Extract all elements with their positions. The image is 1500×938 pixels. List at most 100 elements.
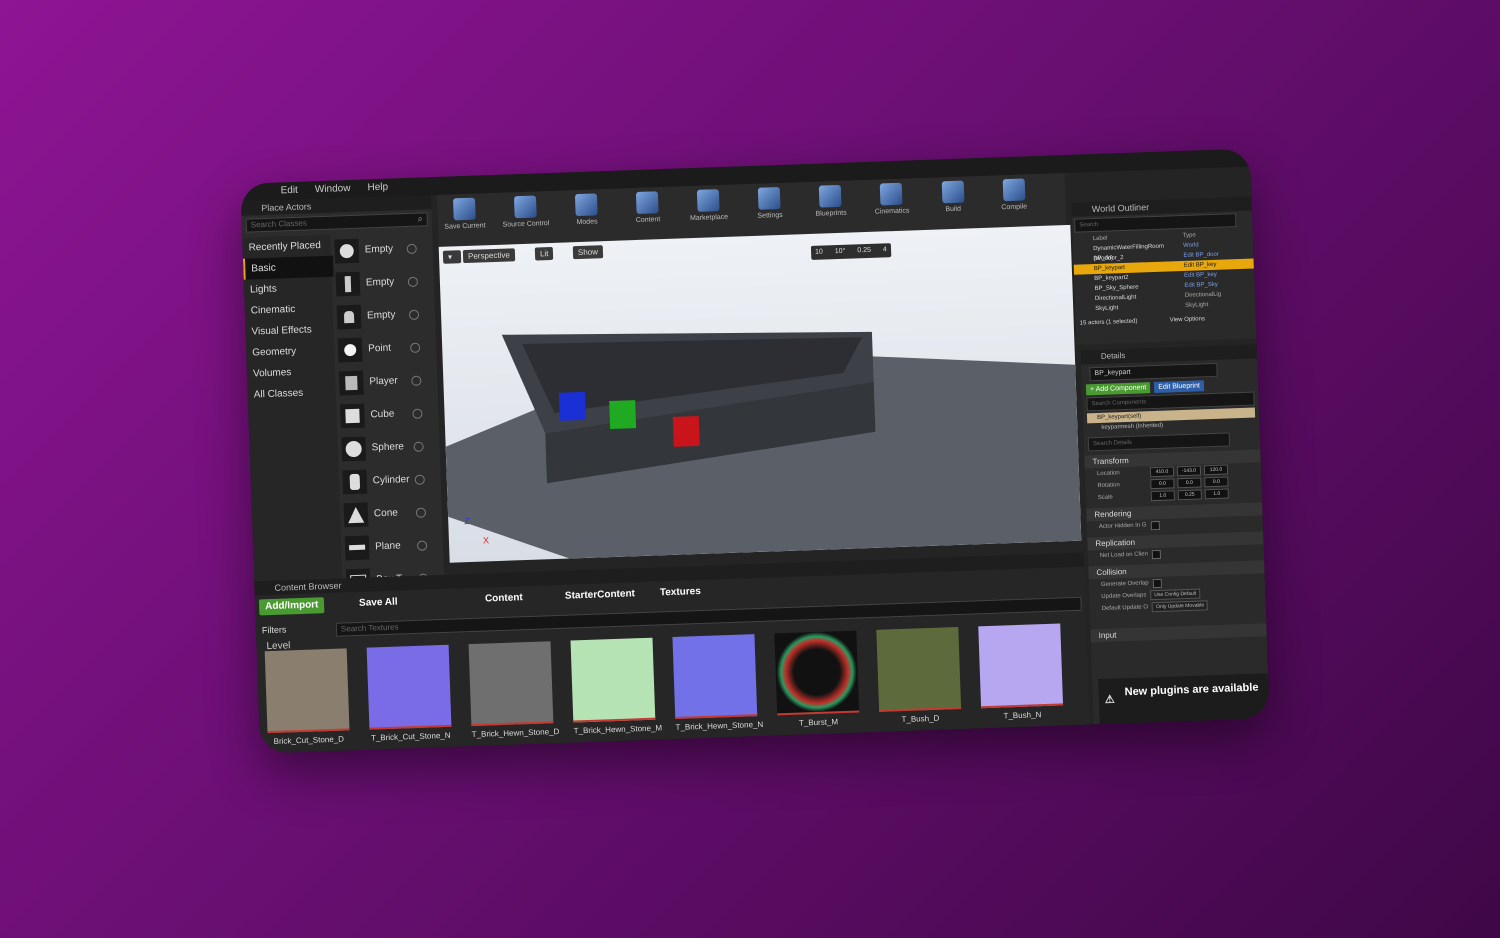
actor-item[interactable]: Player — [337, 363, 426, 399]
actor-item[interactable]: Empty — [332, 232, 421, 268]
object-name-field[interactable]: BP_keypart — [1089, 362, 1218, 382]
texture-tile[interactable]: T_Burst_M — [774, 630, 860, 730]
actor-hidden-checkbox[interactable] — [1150, 520, 1160, 530]
help-icon — [406, 243, 417, 254]
breadcrumb-content[interactable]: Content — [485, 590, 523, 607]
modes-icon — [575, 193, 598, 217]
grid-snap-value[interactable]: 10 — [815, 249, 823, 256]
view-options-button[interactable]: View Options — [1170, 314, 1206, 325]
camera-speed-value[interactable]: 4 — [883, 246, 887, 253]
add-import-button[interactable]: Add/Import — [258, 597, 325, 616]
texture-thumbnail — [774, 630, 860, 716]
category-list: Recently Placed Basic Lights Cinematic V… — [242, 234, 343, 582]
help-icon — [407, 276, 419, 287]
input-section[interactable]: Input — [1090, 623, 1267, 643]
texture-tile[interactable]: T_Bush_D — [876, 627, 962, 726]
player-start-icon — [338, 370, 364, 395]
help-icon — [416, 540, 428, 551]
viewport-snap-tools[interactable]: 10 10° 0.25 4 — [810, 243, 892, 260]
texture-thumbnail — [570, 637, 656, 723]
place-actors-panel: Place Actors Search Classes ⌕ Recently Pl… — [240, 195, 445, 593]
texture-tile[interactable]: T_Brick_Hewn_Stone_M — [570, 637, 662, 737]
scene-render — [445, 331, 1082, 559]
modes-button[interactable]: Modes — [559, 189, 614, 227]
marketplace-icon — [697, 189, 720, 212]
search-details-input[interactable]: Search Details — [1087, 432, 1231, 452]
actor-item[interactable]: Cone — [341, 495, 430, 531]
axis-z-label: Z — [464, 516, 470, 527]
net-load-checkbox[interactable] — [1151, 549, 1162, 559]
compile-button[interactable]: Compile — [986, 174, 1041, 212]
level-viewport[interactable]: ▾ Perspective Lit Show 10 10° 0.25 4 Z X — [438, 224, 1082, 563]
filters-button[interactable]: Filters — [262, 624, 287, 635]
compile-icon — [1002, 178, 1025, 202]
actor-item[interactable]: Empty — [334, 298, 423, 334]
category-all-classes[interactable]: All Classes — [247, 382, 336, 406]
help-icon — [408, 309, 420, 320]
actor-item[interactable]: Cylinder — [340, 462, 429, 498]
category-recently-placed[interactable]: Recently Placed — [242, 235, 331, 259]
texture-thumbnail — [672, 634, 758, 719]
show-button[interactable]: Show — [572, 245, 604, 260]
update-overlaps-dropdown[interactable]: Use Config Default — [1150, 588, 1201, 601]
blueprints-button[interactable]: Blueprints — [803, 180, 858, 218]
lit-button[interactable]: Lit — [534, 246, 554, 261]
texture-tile[interactable]: Brick_Cut_Stone_D — [264, 648, 350, 747]
details-title: Details — [1080, 344, 1258, 365]
plugins-notification[interactable]: ⚠ New plugins are available — [1098, 673, 1270, 725]
sphere-icon — [341, 436, 367, 461]
source-control-icon — [514, 195, 537, 219]
cone-icon — [343, 502, 369, 527]
texture-thumbnail — [468, 641, 554, 727]
cube-icon — [340, 403, 365, 428]
plane-icon — [344, 535, 370, 560]
cinematics-button[interactable]: Cinematics — [864, 178, 919, 216]
help-icon — [414, 474, 425, 485]
help-icon — [411, 375, 422, 386]
menu-window[interactable]: Window — [315, 180, 351, 199]
actor-item[interactable]: Empty — [333, 265, 422, 301]
cylinder-icon — [342, 469, 368, 494]
perspective-button[interactable]: Perspective — [462, 248, 516, 264]
source-control-button[interactable]: Source Control — [498, 191, 553, 229]
actor-item[interactable]: Cube — [338, 396, 427, 432]
texture-tile[interactable]: T_Brick_Cut_Stone_N — [366, 644, 452, 744]
content-browser-panel: Content Browser Add/Import Save All Cont… — [254, 552, 1090, 754]
save-current-button[interactable]: Save Current — [437, 193, 492, 231]
marketplace-button[interactable]: Marketplace — [681, 185, 736, 223]
default-update-dropdown[interactable]: Only Update Movable — [1151, 600, 1209, 613]
breadcrumb-textures[interactable]: Textures — [660, 584, 701, 601]
texture-tile[interactable]: T_Bush_N — [978, 623, 1064, 722]
settings-button[interactable]: Settings — [742, 182, 797, 220]
sphere-icon — [334, 238, 360, 264]
search-icon: ⌕ — [417, 213, 423, 224]
actor-item[interactable]: Sphere — [339, 429, 428, 465]
generate-overlap-checkbox[interactable] — [1152, 578, 1162, 588]
texture-tile[interactable]: T_Brick_Hewn_Stone_D — [468, 641, 559, 740]
build-icon — [941, 180, 964, 204]
save-icon — [452, 197, 476, 221]
search-classes-input[interactable]: Search Classes ⌕ — [245, 212, 428, 233]
actor-item[interactable]: Point — [336, 330, 425, 366]
add-component-button[interactable]: + Add Component — [1085, 382, 1151, 396]
menu-edit[interactable]: Edit — [280, 182, 298, 201]
texture-thumbnail — [876, 627, 962, 712]
actor-item[interactable]: Plane — [343, 528, 432, 564]
save-all-button[interactable]: Save All — [359, 595, 398, 612]
build-button[interactable]: Build — [925, 176, 980, 214]
texture-tile[interactable]: T_Brick_Hewn_Stone_N — [672, 634, 763, 733]
texture-thumbnail — [978, 623, 1064, 709]
viewport-options-button[interactable]: ▾ — [442, 250, 462, 264]
angle-snap-value[interactable]: 10° — [835, 248, 846, 255]
help-icon — [415, 507, 427, 518]
scale-snap-value[interactable]: 0.25 — [857, 247, 871, 254]
search-textures-input[interactable]: Search Textures — [335, 596, 1082, 637]
green-key-block — [609, 400, 637, 430]
menu-help[interactable]: Help — [367, 179, 388, 198]
edit-blueprint-button[interactable]: Edit Blueprint — [1154, 380, 1205, 394]
blue-key-block — [558, 391, 586, 421]
breadcrumb-startercontent[interactable]: StarterContent — [565, 586, 636, 604]
light-bulb-icon — [337, 337, 363, 362]
texture-thumbnail — [366, 644, 452, 730]
content-button[interactable]: Content — [620, 187, 675, 225]
